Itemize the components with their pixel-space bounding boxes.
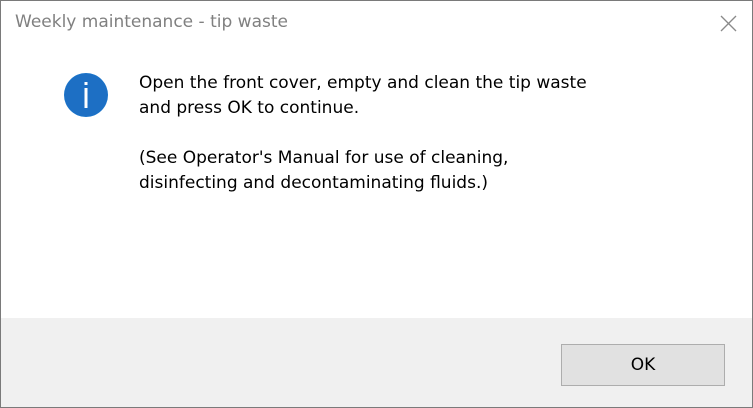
note-line: disinfecting and decontaminating fluids.…	[139, 173, 488, 193]
ok-button[interactable]: OK	[561, 344, 725, 386]
message-line: and press OK to continue.	[139, 98, 360, 118]
note-line: (See Operator's Manual for use of cleani…	[139, 148, 509, 168]
button-bar: OK	[1, 318, 752, 407]
message-dialog: Weekly maintenance - tip waste Open the …	[0, 0, 753, 408]
dialog-message: Open the front cover, empty and clean th…	[139, 71, 729, 196]
window-title: Weekly maintenance - tip waste	[15, 12, 288, 32]
title-bar: Weekly maintenance - tip waste	[1, 1, 752, 45]
dialog-content: Open the front cover, empty and clean th…	[1, 45, 752, 318]
close-button[interactable]	[706, 1, 752, 45]
close-icon	[720, 15, 737, 32]
message-line: Open the front cover, empty and clean th…	[139, 73, 587, 93]
info-icon	[64, 73, 108, 117]
